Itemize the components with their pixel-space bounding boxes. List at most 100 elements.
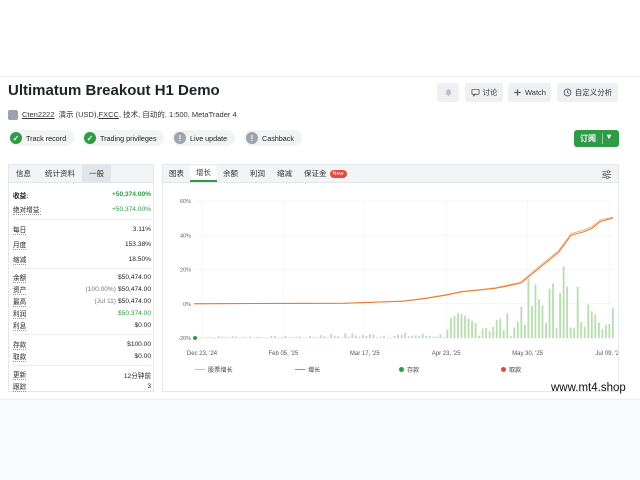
- x-tick-label: Apr 23, '25: [432, 351, 461, 357]
- tab-info[interactable]: 信息: [9, 165, 38, 182]
- custom-analysis-button[interactable]: 自定义分析: [557, 83, 618, 102]
- stat-deposits: 存款 $100.00: [13, 339, 151, 350]
- gain-bar: [548, 288, 551, 338]
- gain-bar: [488, 331, 491, 338]
- gain-bar: [295, 336, 297, 338]
- gain-bar: [474, 322, 477, 338]
- broker-link[interactable]: FXCC: [99, 110, 119, 119]
- chevron-down-icon[interactable]: ▾: [607, 132, 611, 141]
- gain-bar: [214, 337, 216, 339]
- gain-bar: [576, 286, 579, 338]
- gain-bar: [266, 337, 269, 339]
- author-link[interactable]: Cten2222: [22, 110, 55, 119]
- account-details-post: , 技术, 自动的, 1:500, MetaTrader 4: [118, 110, 237, 119]
- gain-bar: [442, 337, 445, 338]
- gain-bar: [421, 333, 424, 338]
- gain-bar: [326, 337, 329, 338]
- gain-bar: [534, 284, 537, 338]
- gain-bar: [302, 337, 304, 339]
- check-icon: ✓: [10, 132, 22, 144]
- gain-bar: [263, 337, 266, 339]
- gain-bar: [485, 327, 488, 338]
- gain-bar: [460, 314, 463, 338]
- gain-bar: [545, 323, 547, 338]
- gain-bar: [435, 336, 438, 338]
- stat-label: 每日: [13, 224, 27, 235]
- notify-button[interactable]: [437, 83, 459, 102]
- stat-note: (100.00%): [85, 286, 116, 293]
- legend-label: 取款: [509, 367, 522, 374]
- gain-bar: [566, 286, 569, 338]
- stat-equity: 资产 (100.00%) $50,474.00: [13, 284, 151, 295]
- gain-bar: [238, 337, 241, 339]
- badge-live-update[interactable]: ! Live update: [172, 130, 236, 146]
- gain-bar: [390, 337, 392, 339]
- stat-label: 更新: [13, 369, 27, 380]
- gain-bar: [604, 325, 607, 338]
- gain-bar: [351, 333, 354, 338]
- gain-bar: [446, 329, 449, 338]
- gain-bar: [439, 334, 442, 338]
- gain-bar: [259, 336, 262, 338]
- gain-bar: [573, 328, 576, 338]
- gain-bar: [245, 337, 248, 339]
- badge-label: Trading privileges: [100, 133, 157, 143]
- stat-tracking: 跟踪 3: [13, 381, 151, 392]
- gain-bar: [527, 278, 530, 338]
- subscribe-divider: [602, 133, 603, 144]
- legend-growth: 增长: [295, 365, 320, 374]
- legend-swatch: [195, 368, 205, 371]
- gain-bar: [608, 323, 611, 338]
- gain-bar: [523, 324, 526, 338]
- gain-bar: [369, 334, 371, 338]
- page-title: Ultimatum Breakout H1 Demo: [8, 82, 220, 99]
- gain-bar: [386, 337, 389, 339]
- badge-cashback[interactable]: ! Cashback: [244, 130, 302, 146]
- growth-chart: 60% 40% 20% 0% -20% Dec 23, '24 Feb 05, '25 Mar…: [178, 199, 618, 357]
- legend-deposit: 存款: [399, 365, 419, 374]
- discuss-button[interactable]: 讨论: [465, 83, 503, 102]
- badge-track-record[interactable]: ✓ Track record: [8, 130, 75, 146]
- gain-bar: [333, 336, 336, 338]
- badge-trading-privileges[interactable]: ✓ Trading privileges: [82, 130, 165, 146]
- stat-label: 最高: [13, 296, 27, 307]
- gain-bar: [231, 336, 234, 338]
- gain-bar: [495, 319, 498, 338]
- gain-bar: [559, 293, 561, 338]
- gain-bar: [516, 322, 519, 338]
- stat-interest: 利息 $0.00: [13, 320, 151, 331]
- stat-label: 利润: [13, 308, 27, 319]
- discuss-label: 讨论: [482, 88, 498, 97]
- watch-button[interactable]: Watch: [508, 83, 551, 102]
- stat-label: 存款: [13, 339, 27, 350]
- gain-bar: [590, 311, 593, 338]
- stat-value: +50,374.00%: [111, 191, 151, 198]
- x-tick-label: Dec 23, '24: [187, 351, 218, 357]
- gain-bar: [228, 337, 231, 339]
- stat-label: 余额: [13, 272, 27, 283]
- gain-bar: [601, 329, 604, 338]
- chart-panel: 图表 增长 余额 利润 缩减 保证金 New 60% 40% 20% 0% -20% De…: [162, 164, 619, 392]
- stat-monthly: 月度 153.38%: [13, 239, 151, 250]
- comment-icon: [470, 88, 480, 97]
- check-icon: ✓: [84, 132, 96, 144]
- tab-general[interactable]: 一般: [82, 165, 111, 182]
- gain-bar: [407, 336, 410, 338]
- gain-bar: [284, 336, 287, 338]
- gain-bar: [217, 336, 220, 338]
- plus-icon: [514, 89, 521, 96]
- legend-swatch: [399, 367, 404, 372]
- gain-bar: [235, 336, 238, 338]
- gain-bar: [319, 335, 322, 338]
- gain-bar: [358, 336, 361, 338]
- gain-bar: [555, 328, 558, 338]
- gain-bar: [425, 335, 428, 338]
- stat-balance: 余额 $50,474.00: [13, 272, 151, 283]
- gain-bar: [587, 304, 590, 338]
- gain-bar: [316, 337, 319, 339]
- subscribe-button[interactable]: 订阅 ▾: [574, 130, 619, 147]
- stat-gain: 收益: +50,374.00%: [13, 189, 151, 200]
- y-tick-label: 40%: [180, 233, 191, 239]
- tab-statistics[interactable]: 统计资料: [38, 165, 82, 182]
- x-tick-label: Mar 17, '25: [350, 351, 380, 357]
